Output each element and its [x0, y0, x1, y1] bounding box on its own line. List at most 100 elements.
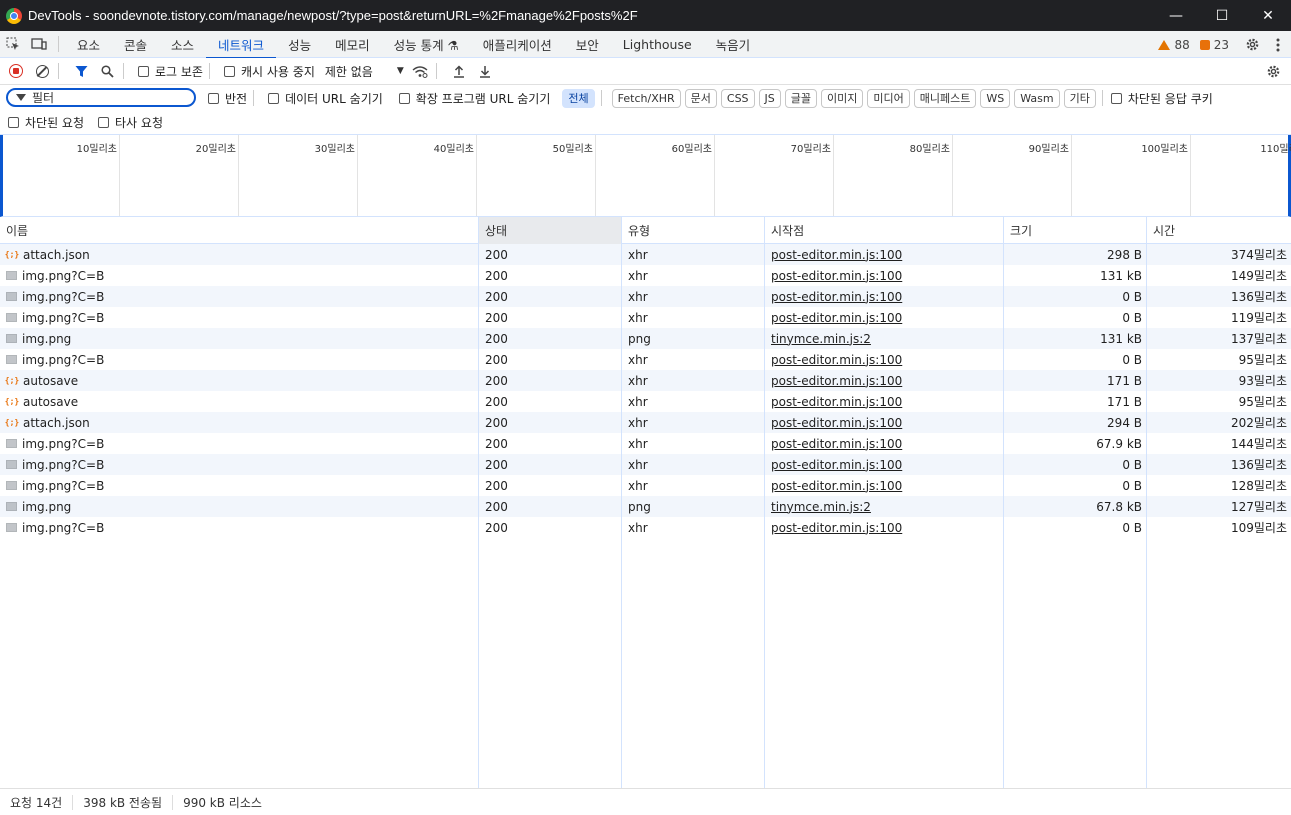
- search-button[interactable]: [97, 61, 117, 81]
- column-divider[interactable]: [1146, 217, 1147, 788]
- errors-badge[interactable]: 23: [1199, 38, 1229, 52]
- blocked-cookies-checkbox[interactable]: 차단된 응답 쿠키: [1110, 90, 1213, 107]
- tab-console[interactable]: 콘솔: [112, 31, 159, 58]
- preserve-log-checkbox[interactable]: 로그 보존: [138, 63, 203, 80]
- third-party-checkbox[interactable]: 타사 요청: [98, 114, 163, 131]
- column-divider[interactable]: [1003, 217, 1004, 788]
- column-divider[interactable]: [764, 217, 765, 788]
- type-filter-media[interactable]: 미디어: [867, 88, 910, 108]
- clear-button[interactable]: [32, 61, 52, 81]
- column-header-size[interactable]: 크기: [1004, 217, 1146, 244]
- cell-initiator-text[interactable]: post-editor.min.js:100: [771, 353, 902, 367]
- cell-initiator[interactable]: post-editor.min.js:100: [765, 391, 1003, 412]
- timeline-overview[interactable]: 10밀리초 20밀리초 30밀리초 40밀리초 50밀리초 60밀리초 70밀리초 80밀리초…: [0, 135, 1291, 217]
- cell-initiator[interactable]: post-editor.min.js:100: [765, 244, 1003, 265]
- checkbox-box[interactable]: [138, 65, 149, 77]
- table-row[interactable]: img.png?C=B 200 xhr post-editor.min.js:100 0…: [0, 349, 1291, 370]
- cell-initiator-text[interactable]: post-editor.min.js:100: [771, 521, 902, 535]
- cell-initiator-text[interactable]: post-editor.min.js:100: [771, 269, 902, 283]
- table-row[interactable]: {;} attach.json 200 xhr post-editor.min.js:1…: [0, 412, 1291, 433]
- cell-initiator-text[interactable]: tinymce.min.js:2: [771, 500, 871, 514]
- tab-recorder[interactable]: 녹음기: [704, 31, 763, 58]
- type-filter-css[interactable]: CSS: [720, 88, 755, 108]
- maximize-button[interactable]: ☐: [1199, 0, 1245, 31]
- cell-initiator-text[interactable]: post-editor.min.js:100: [771, 416, 902, 430]
- invert-checkbox[interactable]: 반전: [208, 90, 247, 107]
- hide-data-urls-checkbox[interactable]: 데이터 URL 숨기기: [268, 90, 383, 107]
- table-row[interactable]: img.png?C=B 200 xhr post-editor.min.js:100 1…: [0, 265, 1291, 286]
- column-header-initiator[interactable]: 시작점: [765, 217, 1003, 244]
- network-settings-gear-icon[interactable]: [1263, 61, 1283, 81]
- type-filter-font[interactable]: 글꼴: [784, 88, 818, 108]
- cell-initiator[interactable]: post-editor.min.js:100: [765, 454, 1003, 475]
- cell-initiator[interactable]: post-editor.min.js:100: [765, 517, 1003, 538]
- table-row[interactable]: {;} attach.json 200 xhr post-editor.min.js:1…: [0, 244, 1291, 265]
- export-har-button[interactable]: [475, 61, 495, 81]
- cell-initiator-text[interactable]: post-editor.min.js:100: [771, 311, 902, 325]
- device-toolbar-icon[interactable]: [26, 31, 52, 58]
- tab-performance-insights[interactable]: 성능 통계 ⚗: [382, 31, 471, 58]
- type-filter-js[interactable]: JS: [758, 88, 781, 108]
- cell-initiator[interactable]: post-editor.min.js:100: [765, 286, 1003, 307]
- column-header-type[interactable]: 유형: [622, 217, 764, 244]
- checkbox-box[interactable]: [398, 92, 410, 104]
- blocked-requests-checkbox[interactable]: 차단된 요청: [8, 114, 84, 131]
- cell-initiator[interactable]: post-editor.min.js:100: [765, 412, 1003, 433]
- disable-cache-checkbox[interactable]: 캐시 사용 중지: [223, 63, 315, 80]
- table-row[interactable]: {;} autosave 200 xhr post-editor.min.js:100 1…: [0, 391, 1291, 412]
- checkbox-box[interactable]: [223, 65, 235, 77]
- record-stop-button[interactable]: [6, 61, 26, 81]
- type-filter-other[interactable]: 기타: [1063, 88, 1096, 108]
- table-row[interactable]: img.png?C=B 200 xhr post-editor.min.js:100 0…: [0, 286, 1291, 307]
- column-header-status[interactable]: 상태: [479, 217, 621, 244]
- table-row[interactable]: img.png 200 png tinymce.min.js:2 131 kB 137밀리…: [0, 328, 1291, 349]
- type-filter-all[interactable]: 전체: [562, 88, 595, 108]
- tab-lighthouse[interactable]: Lighthouse: [611, 31, 704, 58]
- table-row[interactable]: img.png?C=B 200 xhr post-editor.min.js:100 6…: [0, 433, 1291, 454]
- tab-performance[interactable]: 성능: [276, 31, 323, 58]
- checkbox-box[interactable]: [8, 116, 19, 128]
- cell-initiator-text[interactable]: post-editor.min.js:100: [771, 248, 902, 262]
- checkbox-box[interactable]: [208, 92, 219, 104]
- table-row[interactable]: img.png 200 png tinymce.min.js:2 67.8 kB 127밀…: [0, 496, 1291, 517]
- cell-initiator-text[interactable]: post-editor.min.js:100: [771, 437, 902, 451]
- table-row[interactable]: img.png?C=B 200 xhr post-editor.min.js:100 0…: [0, 475, 1291, 496]
- cell-initiator[interactable]: post-editor.min.js:100: [765, 370, 1003, 391]
- tab-elements[interactable]: 요소: [65, 31, 112, 58]
- type-filter-doc[interactable]: 문서: [684, 88, 717, 108]
- table-row[interactable]: img.png?C=B 200 xhr post-editor.min.js:100 0…: [0, 517, 1291, 538]
- type-filter-img[interactable]: 이미지: [821, 88, 864, 108]
- cell-initiator-text[interactable]: post-editor.min.js:100: [771, 458, 902, 472]
- cell-initiator-text[interactable]: tinymce.min.js:2: [771, 332, 871, 346]
- tab-memory[interactable]: 메모리: [323, 31, 382, 58]
- warnings-badge[interactable]: 88: [1158, 38, 1190, 52]
- column-header-name[interactable]: 이름: [0, 217, 478, 244]
- table-row[interactable]: {;} autosave 200 xhr post-editor.min.js:100 1…: [0, 370, 1291, 391]
- cell-initiator-text[interactable]: post-editor.min.js:100: [771, 374, 902, 388]
- table-row[interactable]: img.png?C=B 200 xhr post-editor.min.js:100 0…: [0, 307, 1291, 328]
- tab-application[interactable]: 애플리케이션: [471, 31, 564, 58]
- type-filter-wasm[interactable]: Wasm: [1014, 88, 1060, 108]
- table-row[interactable]: img.png?C=B 200 xhr post-editor.min.js:100 0…: [0, 454, 1291, 475]
- throttling-select[interactable]: 제한 없음 ▼: [325, 63, 404, 80]
- cell-initiator-text[interactable]: post-editor.min.js:100: [771, 290, 902, 304]
- type-filter-manifest[interactable]: 매니페스트: [913, 88, 977, 108]
- more-options-icon[interactable]: [1265, 31, 1291, 58]
- cell-initiator[interactable]: post-editor.min.js:100: [765, 307, 1003, 328]
- filter-input[interactable]: 필터: [6, 88, 196, 107]
- checkbox-box[interactable]: [1110, 92, 1122, 104]
- hide-extension-urls-checkbox[interactable]: 확장 프로그램 URL 숨기기: [398, 90, 550, 107]
- cell-initiator[interactable]: tinymce.min.js:2: [765, 496, 1003, 517]
- close-button[interactable]: ✕: [1245, 0, 1291, 31]
- type-filter-fetch-xhr[interactable]: Fetch/XHR: [611, 88, 681, 108]
- checkbox-box[interactable]: [268, 92, 280, 104]
- column-divider[interactable]: [478, 217, 479, 788]
- column-header-time[interactable]: 시간: [1147, 217, 1291, 244]
- cell-initiator-text[interactable]: post-editor.min.js:100: [771, 479, 902, 493]
- tab-network[interactable]: 네트워크: [206, 31, 277, 59]
- tab-security[interactable]: 보안: [564, 31, 611, 58]
- cell-initiator-text[interactable]: post-editor.min.js:100: [771, 395, 902, 409]
- tab-sources[interactable]: 소스: [159, 31, 206, 58]
- column-divider[interactable]: [621, 217, 622, 788]
- minimize-button[interactable]: —: [1153, 0, 1199, 31]
